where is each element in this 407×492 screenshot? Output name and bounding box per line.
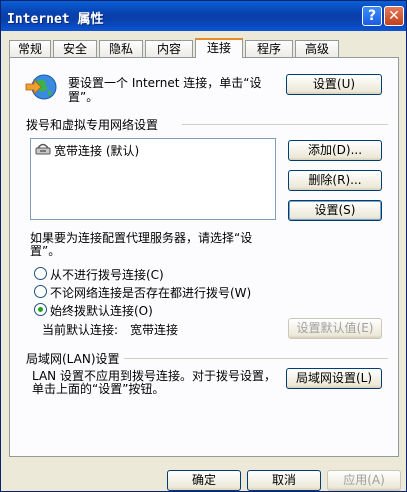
- radio-never-dial[interactable]: [34, 267, 47, 280]
- internet-properties-window: Internet 属性 ? ✕ 常规 安全 隐私 内容 连接 程序 高级 要设置…: [0, 0, 407, 492]
- phone-connection-icon: [35, 142, 51, 156]
- current-default-label: 当前默认连接:: [42, 323, 119, 337]
- lan-settings-button[interactable]: 局域网设置(L): [286, 368, 382, 389]
- set-default-button[interactable]: 设置默认值(E): [288, 318, 382, 339]
- radio-dial-whenever[interactable]: [34, 285, 47, 298]
- window-title: Internet 属性: [7, 12, 104, 27]
- cancel-button[interactable]: 取消: [247, 470, 321, 491]
- radio-dial-whenever-label[interactable]: 不论网络连接是否存在都进行拨号(W): [50, 284, 251, 301]
- setup-button[interactable]: 设置(U): [286, 74, 382, 95]
- globe-icon: [24, 72, 58, 102]
- tab-advanced[interactable]: 高级: [295, 40, 339, 57]
- tab-programs[interactable]: 程序: [245, 40, 293, 57]
- ok-button[interactable]: 确定: [167, 470, 241, 491]
- close-button[interactable]: ✕: [384, 6, 404, 26]
- current-default-value: 宽带连接: [130, 323, 179, 337]
- list-item[interactable]: 宽带连接 (默认): [54, 142, 139, 159]
- setup-description: 要设置一个 Internet 连接，单击“设置”。: [68, 76, 262, 104]
- lan-description: LAN 设置不应用到拨号连接。对于拨号设置，单击上面的“设置”按钮。: [32, 369, 276, 396]
- tab-general[interactable]: 常规: [9, 40, 51, 57]
- remove-button[interactable]: 删除(R)...: [288, 170, 382, 191]
- dialup-divider: [182, 124, 388, 125]
- radio-always-dial-default-label[interactable]: 始终拨默认连接(O): [50, 302, 153, 319]
- title-bar[interactable]: Internet 属性 ? ✕: [1, 1, 406, 31]
- connections-panel: 要设置一个 Internet 连接，单击“设置”。 设置(U) 拨号和虚拟专用网…: [9, 57, 399, 457]
- tab-content[interactable]: 内容: [145, 40, 193, 57]
- radio-always-dial-default[interactable]: [34, 303, 47, 316]
- connection-list[interactable]: 宽带连接 (默认): [30, 138, 276, 220]
- lan-divider: [124, 358, 388, 359]
- settings-button[interactable]: 设置(S): [288, 200, 382, 221]
- help-button[interactable]: ?: [362, 6, 382, 26]
- radio-never-dial-label[interactable]: 从不进行拨号连接(C): [50, 266, 164, 283]
- lan-heading: 局域网(LAN)设置: [26, 352, 120, 366]
- dialup-heading: 拨号和虚拟专用网络设置: [26, 118, 159, 132]
- proxy-note: 如果要为连接配置代理服务器，请选择“设置”。: [30, 231, 253, 258]
- tab-security[interactable]: 安全: [53, 40, 97, 57]
- tab-connections[interactable]: 连接: [195, 38, 243, 58]
- add-button[interactable]: 添加(D)...: [288, 140, 382, 161]
- apply-button[interactable]: 应用(A): [327, 470, 401, 491]
- tab-privacy[interactable]: 隐私: [99, 40, 143, 57]
